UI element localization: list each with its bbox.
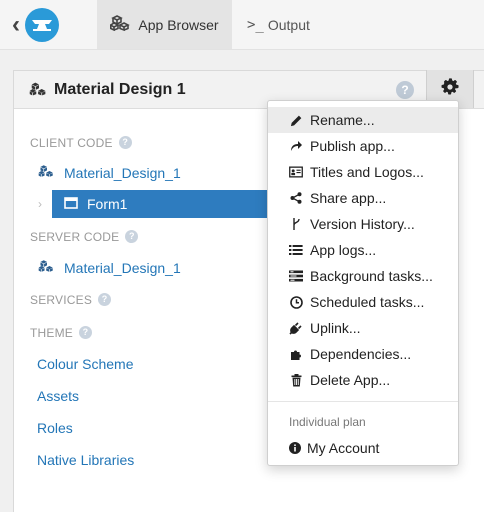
client-module-item[interactable]: Material_Design_1 [38, 164, 181, 181]
puzzle-icon [289, 348, 303, 361]
list-icon [289, 244, 303, 256]
menu-item-scheduled-tasks[interactable]: Scheduled tasks... [268, 289, 458, 315]
tab-output-label: Output [267, 16, 310, 33]
theme-link-colour-scheme[interactable]: Colour Scheme [37, 356, 134, 372]
menu-item-share[interactable]: Share app... [268, 185, 458, 211]
plan-label: Individual plan [289, 415, 366, 429]
cubes-icon [38, 164, 56, 181]
chevron-left-icon: ‹ [12, 11, 20, 38]
info-circle-icon [288, 442, 302, 454]
menu-item-version-history[interactable]: Version History... [268, 211, 458, 237]
server-module-label: Material_Design_1 [64, 259, 181, 276]
section-services: SERVICES? [30, 293, 112, 307]
menu-item-label: App logs... [310, 242, 377, 258]
share-nodes-icon [289, 192, 303, 204]
top-bar: ‹ App Browser >_ Output [0, 0, 484, 50]
menu-item-publish[interactable]: Publish app... [268, 133, 458, 159]
tab-app-browser[interactable]: App Browser [97, 0, 232, 49]
page-title: Material Design 1 [54, 81, 186, 98]
theme-link-roles[interactable]: Roles [37, 420, 73, 436]
plug-icon [289, 321, 303, 335]
section-client-code: CLIENT CODE? [30, 136, 132, 150]
form-label: Form1 [87, 196, 128, 212]
menu-item-uplink[interactable]: Uplink... [268, 315, 458, 341]
trash-icon [289, 373, 303, 387]
menu-item-label: Scheduled tasks... [310, 294, 425, 310]
menu-item-rename[interactable]: Rename... [268, 107, 458, 133]
cubes-icon [109, 15, 132, 34]
menu-item-background-tasks[interactable]: Background tasks... [268, 263, 458, 289]
help-icon[interactable]: ? [98, 293, 112, 307]
cubes-icon [29, 81, 49, 102]
theme-link-assets[interactable]: Assets [37, 388, 79, 404]
menu-item-label: Dependencies... [310, 346, 412, 362]
section-theme-label: THEME [30, 326, 73, 340]
pencil-icon [289, 114, 303, 127]
server-module-item[interactable]: Material_Design_1 [38, 259, 181, 276]
menu-item-titles-logos[interactable]: Titles and Logos... [268, 159, 458, 185]
menu-item-label: Titles and Logos... [310, 164, 424, 180]
help-icon[interactable]: ? [125, 230, 139, 244]
menu-item-label: Publish app... [310, 138, 395, 154]
menu-item-my-account[interactable]: My Account [268, 435, 458, 461]
tab-output[interactable]: >_ Output [247, 0, 310, 49]
help-icon[interactable]: ? [79, 326, 92, 340]
client-module-label: Material_Design_1 [64, 164, 181, 181]
menu-item-label: Rename... [310, 112, 375, 128]
section-services-label: SERVICES [30, 293, 93, 307]
theme-link-native-libraries[interactable]: Native Libraries [37, 452, 134, 468]
section-client-code-label: CLIENT CODE [30, 136, 113, 150]
section-server-code: SERVER CODE? [30, 230, 139, 244]
menu-item-label: Version History... [310, 216, 415, 232]
menu-item-delete-app[interactable]: Delete App... [268, 367, 458, 393]
help-icon[interactable]: ? [118, 136, 132, 150]
help-icon[interactable]: ? [396, 81, 414, 99]
chevron-right-icon[interactable]: › [38, 197, 42, 211]
terminal-icon: >_ [247, 16, 264, 33]
back-button[interactable]: ‹ [12, 8, 70, 42]
menu-item-dependencies[interactable]: Dependencies... [268, 341, 458, 367]
gear-icon [441, 77, 459, 101]
window-icon [64, 196, 78, 212]
cubes-icon [38, 259, 56, 276]
menu-item-app-logs[interactable]: App logs... [268, 237, 458, 263]
menu-divider [268, 401, 458, 402]
menu-item-label: Background tasks... [310, 268, 433, 284]
tab-app-browser-label: App Browser [138, 16, 219, 33]
tasks-icon [289, 270, 303, 282]
anvil-logo-icon [25, 8, 59, 42]
clock-icon [289, 295, 303, 309]
branch-icon [289, 217, 303, 231]
section-server-code-label: SERVER CODE [30, 230, 120, 244]
app-settings-menu: Rename... Publish app... Titles and Logo… [267, 100, 459, 466]
menu-item-label: Delete App... [310, 372, 391, 388]
section-theme: THEME? [30, 326, 92, 340]
menu-item-label: My Account [307, 440, 380, 456]
menu-item-label: Share app... [310, 190, 387, 206]
menu-item-label: Uplink... [310, 320, 361, 336]
share-arrow-icon [289, 140, 303, 152]
id-card-icon [289, 166, 303, 178]
